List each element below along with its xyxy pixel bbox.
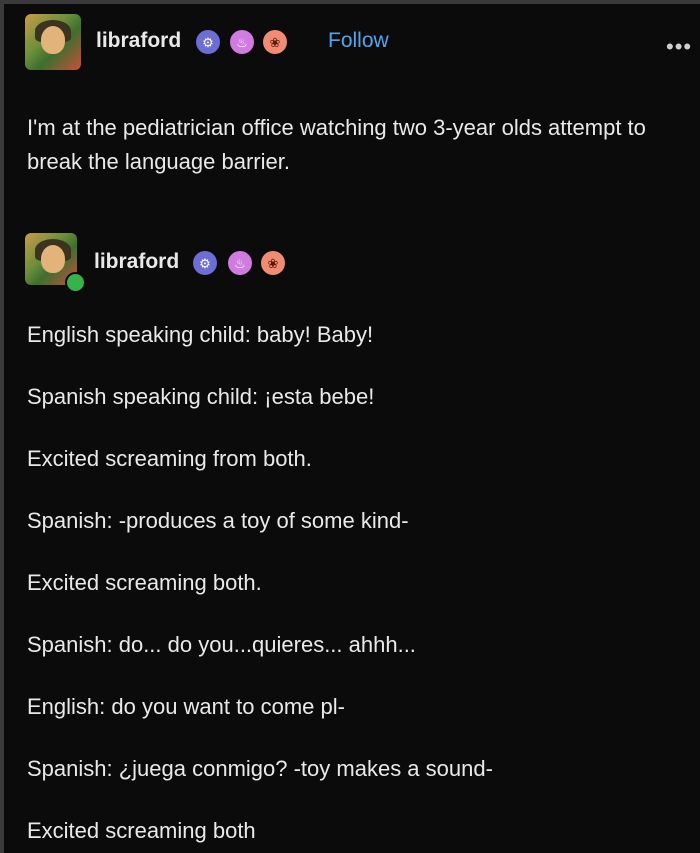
cupcake-badge-icon[interactable]: ♨ bbox=[228, 251, 252, 275]
reply-line: Spanish: -produces a toy of some kind- bbox=[27, 508, 409, 533]
reply-line: Excited screaming from both. bbox=[27, 446, 312, 471]
more-options-icon[interactable]: ••• bbox=[666, 36, 692, 58]
paw-badge-icon[interactable]: ❀ bbox=[261, 251, 285, 275]
reblog-author-username[interactable]: libraford bbox=[94, 250, 179, 274]
author-avatar[interactable] bbox=[25, 14, 81, 70]
paw-badge-icon[interactable]: ❀ bbox=[263, 30, 287, 54]
reblog-icon bbox=[65, 272, 86, 293]
post-header: libraford ⚙ ♨ ❀ Follow ••• bbox=[25, 14, 691, 72]
robot-badge-icon[interactable]: ⚙ bbox=[193, 251, 217, 275]
reply-line: Spanish: ¿juega conmigo? -toy makes a so… bbox=[27, 756, 493, 781]
reply-line: Spanish: do... do you...quieres... ahhh.… bbox=[27, 632, 416, 657]
follow-button[interactable]: Follow bbox=[328, 29, 389, 53]
post-text: I'm at the pediatrician office watching … bbox=[27, 115, 646, 174]
cupcake-badge-icon[interactable]: ♨ bbox=[230, 30, 254, 54]
reply-line: Spanish speaking child: ¡esta bebe! bbox=[27, 384, 375, 409]
reply-line: English: do you want to come pl- bbox=[27, 694, 345, 719]
reply-line: English speaking child: baby! Baby! bbox=[27, 322, 374, 347]
robot-badge-icon[interactable]: ⚙ bbox=[196, 30, 220, 54]
reply-line: Excited screaming both. bbox=[27, 570, 262, 595]
reply-line: Excited screaming both bbox=[27, 818, 256, 843]
author-username[interactable]: libraford bbox=[96, 29, 181, 53]
reblog-header: libraford ⚙ ♨ ❀ bbox=[25, 233, 425, 293]
